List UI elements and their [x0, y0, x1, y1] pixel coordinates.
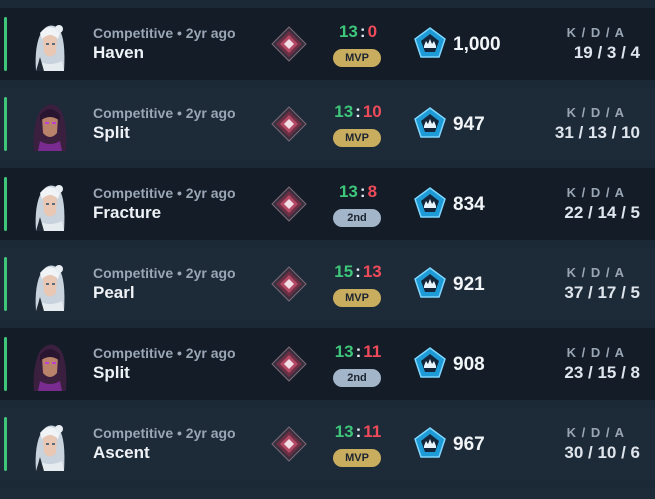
rounds-lost: 8	[367, 182, 378, 201]
rounds-lost: 11	[363, 422, 382, 441]
match-row[interactable]: Competitive • 2yr ago Split 13:10 MVP 94…	[0, 88, 655, 160]
score-separator: :	[359, 182, 366, 201]
map-name: Split	[93, 363, 130, 382]
rounds-won: 13	[334, 102, 354, 121]
map-name: Ascent	[93, 443, 150, 462]
agent-portrait	[26, 177, 74, 231]
win-indicator	[4, 97, 7, 151]
rounds-lost: 0	[367, 22, 378, 41]
match-row[interactable]: Competitive • 2yr ago Pearl 15:13 MVP 92…	[0, 248, 655, 320]
agent-portrait	[26, 17, 74, 71]
agent-portrait	[26, 97, 74, 151]
placement-badge: MVP	[333, 289, 381, 307]
ascendant-rank-icon	[271, 346, 307, 382]
ascendant-rank-icon	[271, 106, 307, 142]
kda-value: 23 / 15 / 8	[564, 363, 640, 382]
rounds-won: 13	[338, 182, 358, 201]
score-separator: :	[359, 22, 366, 41]
score-separator: :	[355, 102, 361, 121]
kda-label: K / D / A	[566, 105, 625, 120]
match-mode-label: Competitive • 2yr ago	[93, 345, 236, 361]
match-row[interactable]: Competitive • 2yr ago Split 13:11 2nd 90…	[0, 328, 655, 400]
crown-pentagon-icon	[413, 186, 447, 220]
match-row[interactable]: Competitive • 2yr ago Haven 13:0 MVP 1,0…	[0, 8, 655, 80]
kda-label: K / D / A	[566, 185, 625, 200]
win-indicator	[4, 17, 7, 71]
ascendant-rank-icon	[271, 426, 307, 462]
win-indicator	[4, 337, 7, 391]
kda-label: K / D / A	[566, 425, 625, 440]
rank-rating: 834	[453, 194, 485, 215]
kda-value: 31 / 13 / 10	[554, 123, 640, 142]
kda-label: K / D / A	[566, 345, 625, 360]
agent-portrait	[26, 417, 74, 471]
placement-badge: 2nd	[333, 209, 381, 227]
crown-pentagon-icon	[413, 26, 447, 60]
rounds-lost: 11	[363, 342, 382, 361]
list-footer	[0, 488, 655, 499]
rank-rating: 908	[453, 354, 485, 375]
rank-rating: 967	[453, 434, 485, 455]
match-score: 15:13	[330, 262, 386, 282]
crown-pentagon-icon	[413, 106, 447, 140]
win-indicator	[4, 257, 7, 311]
crown-pentagon-icon	[413, 266, 447, 300]
score-separator: :	[355, 262, 361, 281]
ascendant-rank-icon	[271, 26, 307, 62]
rounds-lost: 13	[362, 262, 382, 281]
score-separator: :	[355, 422, 362, 441]
placement-badge: MVP	[333, 449, 381, 467]
kda-value: 22 / 14 / 5	[564, 203, 640, 222]
crown-pentagon-icon	[413, 346, 447, 380]
agent-portrait	[26, 257, 74, 311]
match-row[interactable]: Competitive • 2yr ago Fracture 13:8 2nd …	[0, 168, 655, 240]
match-mode-label: Competitive • 2yr ago	[93, 185, 236, 201]
kda-value: 30 / 10 / 6	[564, 443, 640, 462]
rank-rating: 947	[453, 114, 485, 135]
rounds-won: 13	[334, 342, 354, 361]
match-score: 13:10	[330, 102, 386, 122]
match-score: 13:11	[330, 422, 386, 442]
win-indicator	[4, 417, 7, 471]
map-name: Split	[93, 123, 130, 142]
ascendant-rank-icon	[271, 266, 307, 302]
agent-portrait	[26, 337, 74, 391]
kda-value: 19 / 3 / 4	[573, 43, 640, 62]
rounds-lost: 10	[362, 102, 382, 121]
rank-rating: 1,000	[453, 34, 501, 55]
kda-label: K / D / A	[566, 265, 625, 280]
placement-badge: MVP	[333, 49, 381, 67]
map-name: Haven	[93, 43, 145, 62]
score-separator: :	[355, 342, 362, 361]
rounds-won: 13	[334, 422, 354, 441]
match-score: 13:11	[330, 342, 386, 362]
map-name: Fracture	[93, 203, 162, 222]
match-mode-label: Competitive • 2yr ago	[93, 25, 236, 41]
crown-pentagon-icon	[413, 426, 447, 460]
map-name: Pearl	[93, 283, 135, 302]
kda-label: K / D / A	[566, 25, 625, 40]
match-mode-label: Competitive • 2yr ago	[93, 105, 236, 121]
match-score: 13:8	[330, 182, 386, 202]
rank-rating: 921	[453, 274, 485, 295]
match-mode-label: Competitive • 2yr ago	[93, 265, 236, 281]
ascendant-rank-icon	[271, 186, 307, 222]
placement-badge: MVP	[333, 129, 381, 147]
match-score: 13:0	[330, 22, 386, 42]
win-indicator	[4, 177, 7, 231]
match-row[interactable]: Competitive • 2yr ago Ascent 13:11 MVP 9…	[0, 408, 655, 480]
match-mode-label: Competitive • 2yr ago	[93, 425, 236, 441]
rounds-won: 13	[338, 22, 358, 41]
placement-badge: 2nd	[333, 369, 381, 387]
kda-value: 37 / 17 / 5	[564, 283, 640, 302]
rounds-won: 15	[334, 262, 354, 281]
